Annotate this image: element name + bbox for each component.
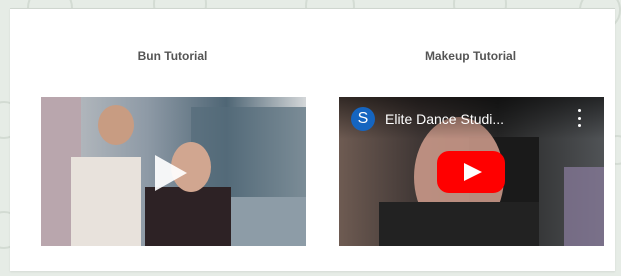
makeup-tutorial-video[interactable]: S Elite Dance Studi...: [339, 97, 604, 246]
channel-avatar[interactable]: S: [351, 107, 375, 131]
bun-tutorial-video[interactable]: [41, 97, 306, 246]
bun-tutorial-heading: Bun Tutorial: [137, 49, 208, 63]
video-card: Bun Tutorial Makeup Tutorial S Elite Dan…: [10, 8, 615, 271]
play-icon[interactable]: [155, 155, 187, 191]
video-title[interactable]: Elite Dance Studi...: [385, 111, 504, 127]
more-vert-icon[interactable]: [578, 109, 582, 127]
makeup-tutorial-heading: Makeup Tutorial: [424, 49, 517, 63]
youtube-play-icon[interactable]: [437, 151, 505, 193]
